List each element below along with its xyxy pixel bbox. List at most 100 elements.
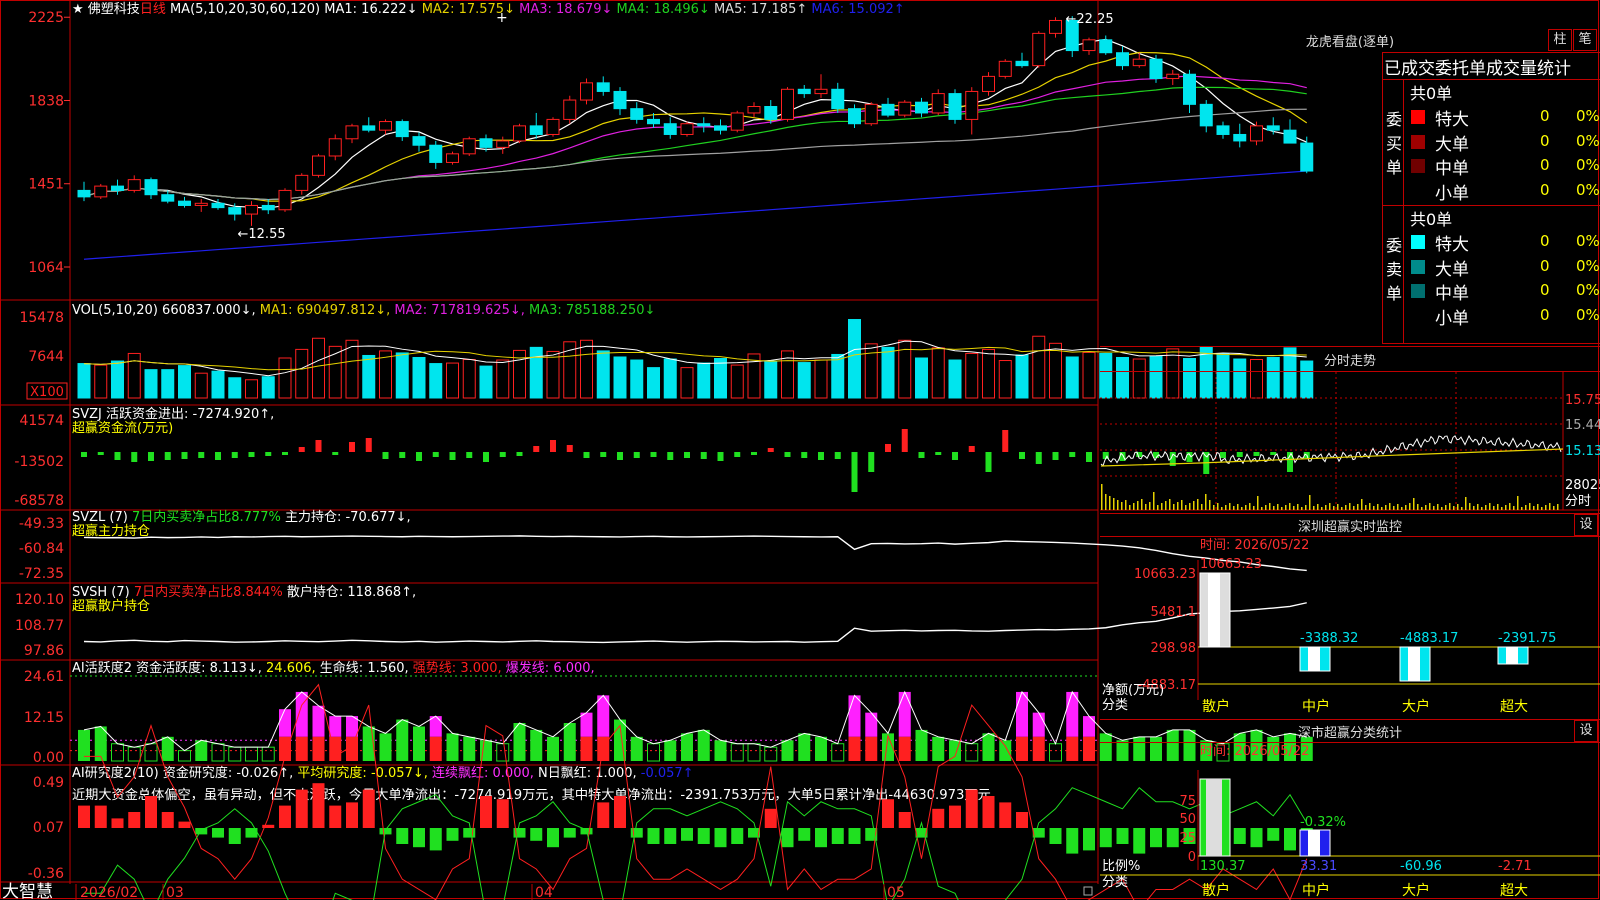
intraday-volume-bar [1489, 503, 1491, 510]
svzj-bar [466, 452, 473, 458]
volume-bar [546, 350, 560, 399]
stock-name: 佛塑科技 [88, 2, 140, 17]
candle-body [563, 99, 577, 120]
ma5-label: MA5: [714, 2, 751, 17]
svzl-label1: 7日内买卖净占比8.777% [132, 509, 285, 525]
volume-bar [931, 347, 945, 399]
candle-body [781, 88, 794, 120]
candle-body [94, 185, 108, 198]
class-y-tick: 75 [1179, 794, 1196, 809]
intraday-volume-bar [1281, 507, 1283, 510]
svzj-bar [215, 452, 221, 460]
svzj-bar [332, 452, 339, 455]
svzj-bar [198, 452, 205, 458]
ai1-label3: 生命线: [320, 660, 368, 676]
ai1-title: AI活跃度2 [72, 660, 136, 676]
ai1-bar [547, 736, 559, 761]
order-row-count: 0 [1540, 305, 1550, 324]
class-cat-label: 中户 [1302, 882, 1330, 899]
intraday-tick: 分时 [1565, 494, 1591, 509]
volume-bar [797, 362, 811, 399]
intraday-volume-bar [1313, 506, 1315, 510]
ai2-label: 资金研究度: [163, 765, 237, 781]
intraday-volume-bar [1417, 504, 1419, 510]
candle-body [1250, 125, 1263, 142]
svsh-y-tick: 120.10 [15, 592, 64, 608]
ai2-bar [413, 828, 425, 848]
ai2-bar [614, 796, 626, 828]
sell-total: 共0单 [1410, 210, 1453, 229]
intraday-volume-bar [1421, 507, 1423, 510]
ma2-label: MA2: [422, 2, 459, 17]
ma6-value: 15.092↑ [848, 2, 904, 17]
candle-body [1266, 125, 1280, 131]
ai1-bar [697, 729, 710, 761]
ai1-bar [295, 691, 308, 737]
tab-zhu[interactable]: 柱 [1548, 29, 1572, 51]
ai1-bar [1032, 712, 1045, 737]
volume-bar [814, 359, 828, 399]
ai2-label3: 连续飘红: [432, 765, 493, 781]
volume-bar [94, 364, 108, 399]
ai2-bar [1083, 828, 1095, 851]
volume-bar [596, 350, 610, 399]
intraday-volume-bar [1161, 503, 1163, 510]
ai1-y-tick: 24.61 [24, 669, 64, 685]
intraday-volume-bar [1413, 498, 1415, 510]
ai2-y-tick: -0.36 [28, 866, 64, 882]
intraday-volume-bar [1273, 506, 1275, 510]
intraday-volume-bar [1189, 503, 1191, 510]
ai2-bar [1150, 828, 1162, 848]
ai1-v5: 6.000, [553, 661, 594, 676]
monitor-settings-button[interactable]: 设 [1574, 514, 1598, 536]
main-chart-area[interactable]: 2225 1838 1451 1064 ★ 佛塑科技日线 MA(5,10,20,30,6… [0, 0, 1600, 900]
ai2-bar [714, 828, 727, 848]
candle-body [747, 106, 761, 114]
x-axis-month: 04 [535, 885, 553, 900]
outer-frame [0, 0, 1599, 899]
intraday-volume-bar [1513, 506, 1515, 510]
ai1-bar [496, 743, 510, 762]
volume-bar [211, 370, 225, 399]
svzj-bar [499, 452, 506, 457]
intraday-volume-bar [1557, 504, 1559, 510]
order-row-pct: 0% [1576, 107, 1600, 125]
svzj-bar [851, 452, 858, 492]
intraday-volume-bar [1265, 505, 1267, 510]
svzj-bar [617, 452, 623, 460]
ma-label: MA(5,10,20,30,60,120) [166, 2, 324, 17]
ai2-bar [932, 808, 945, 828]
order-row-count: 0 [1540, 232, 1550, 250]
order-color-swatch [1411, 308, 1425, 323]
tab-bi[interactable]: 笔 [1573, 29, 1597, 51]
monitor-bar-highlight [1408, 647, 1420, 681]
ai1-bar [1116, 740, 1129, 761]
intraday-volume-bar [1329, 503, 1331, 510]
intraday-volume-bar [1229, 503, 1231, 510]
intraday-volume-bar [1141, 499, 1143, 510]
candle-body [1233, 133, 1247, 142]
volume-bar [630, 359, 644, 399]
svzj-bar [1236, 452, 1243, 457]
ai1-label: 资金活跃度: [136, 660, 210, 676]
intraday-volume-bar [1517, 496, 1519, 510]
class-y-tick: 50 [1179, 812, 1196, 827]
ai2-bar [480, 796, 492, 828]
intraday-volume-bar [1549, 503, 1551, 510]
ai1-bar [580, 736, 593, 761]
ai2-v5: -0.057↑ [641, 766, 694, 781]
volume-bar [295, 348, 309, 399]
ai2-bar [1284, 828, 1296, 851]
svzj-bar [1086, 452, 1092, 462]
candle-body [831, 88, 845, 110]
intraday-volume-bar [1117, 500, 1119, 510]
candle-body [596, 82, 610, 92]
ai1-bar [781, 740, 794, 761]
svzl-y-tick: -60.84 [19, 541, 64, 557]
class-settings-button[interactable]: 设 [1574, 720, 1598, 742]
x-axis-month: 03 [166, 885, 184, 900]
svzj-bar [834, 452, 841, 459]
ai1-bar [664, 740, 677, 761]
volume-bar [1032, 335, 1046, 399]
intraday-volume-bar [1157, 505, 1159, 510]
